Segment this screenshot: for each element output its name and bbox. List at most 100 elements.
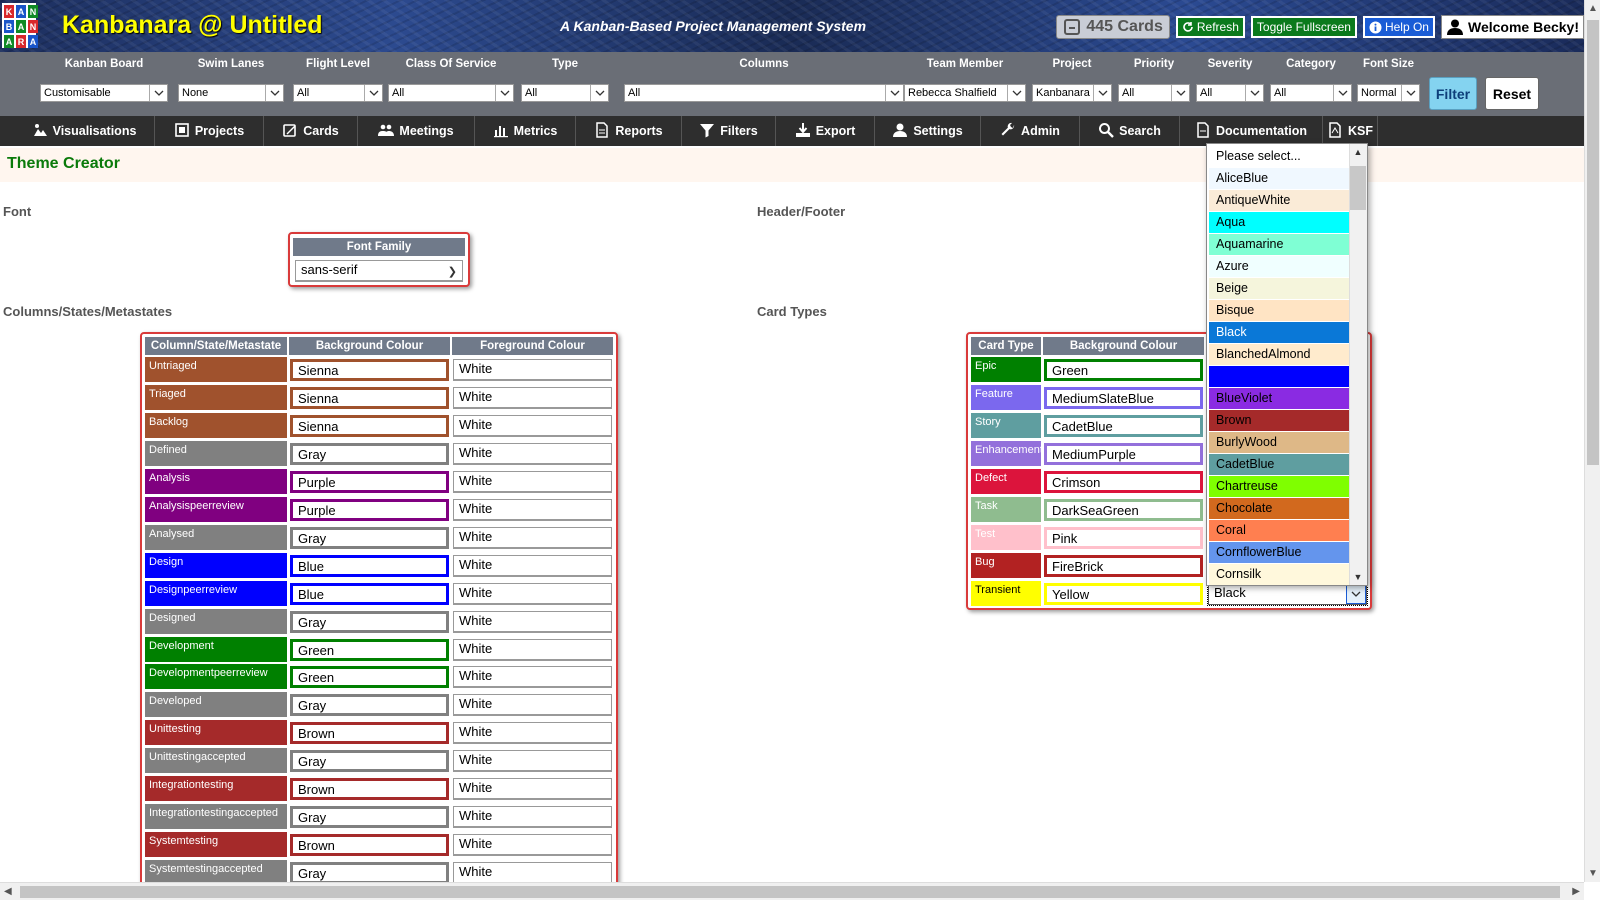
state-bg-select[interactable]: Sienna [290,359,449,381]
nav-item-projects[interactable]: Projects [155,116,264,146]
card-type-bg-select[interactable]: CadetBlue [1044,414,1203,437]
state-fg-select[interactable]: White [453,526,612,549]
state-bg-select[interactable]: Gray [290,806,449,829]
nav-item-settings[interactable]: Settings [875,116,981,146]
state-fg-select[interactable]: White [453,694,612,717]
card-type-bg-select[interactable]: Pink [1044,526,1203,549]
state-bg-select[interactable]: Sienna [290,386,449,409]
nav-item-meetings[interactable]: Meetings [358,116,475,146]
dropdown-option[interactable]: Cornsilk [1209,564,1349,585]
filter-select-2[interactable]: All [293,84,383,102]
state-bg-select[interactable]: Gray [290,610,449,633]
welcome-user-button[interactable]: Welcome Becky! [1440,15,1584,39]
state-fg-select[interactable]: White [453,554,612,577]
filter-select-4[interactable]: All [521,84,609,102]
filter-select-5[interactable]: All [624,84,904,102]
reset-button[interactable]: Reset [1485,77,1539,110]
dropdown-option[interactable]: Azure [1209,256,1349,277]
dropdown-option[interactable]: Black [1209,322,1349,343]
dropdown-scrollbar[interactable]: ▲ ▼ [1349,144,1367,585]
filter-select-7[interactable]: Kanbanara [1032,84,1112,102]
scroll-down-icon[interactable]: ▼ [1349,569,1367,585]
state-bg-select[interactable]: Brown [290,834,449,857]
card-type-bg-select[interactable]: Crimson [1044,470,1203,493]
nav-item-search[interactable]: Search [1080,116,1180,146]
card-type-bg-select[interactable]: MediumSlateBlue [1044,386,1203,409]
state-fg-select[interactable]: White [453,582,612,605]
dropdown-option[interactable]: Beige [1209,278,1349,299]
scroll-up-icon[interactable]: ▲ [1349,144,1367,160]
dropdown-option[interactable]: Bisque [1209,300,1349,321]
scroll-left-icon[interactable]: ◀ [4,886,12,897]
state-bg-select[interactable]: Gray [290,862,449,885]
state-fg-select[interactable]: White [453,359,612,381]
filter-select-1[interactable]: None [178,84,284,102]
filter-select-6[interactable]: Rebecca Shalfield [904,84,1026,102]
filter-button[interactable]: Filter [1429,77,1477,110]
dropdown-option[interactable]: Chartreuse [1209,476,1349,497]
state-fg-select[interactable]: White [453,470,612,493]
nav-item-cards[interactable]: Cards [264,116,358,146]
card-type-bg-select[interactable]: DarkSeaGreen [1044,498,1203,521]
state-bg-select[interactable]: Gray [290,526,449,549]
scroll-up-icon[interactable]: ▲ [1588,3,1598,14]
state-fg-select[interactable]: White [453,610,612,633]
dropdown-option[interactable]: Coral [1209,520,1349,541]
nav-item-ksf[interactable]: KSF [1323,116,1378,146]
state-bg-select[interactable]: Sienna [290,414,449,437]
state-bg-select[interactable]: Gray [290,694,449,717]
state-fg-select[interactable]: White [453,666,612,689]
state-bg-select[interactable]: Gray [290,442,449,465]
dropdown-option[interactable]: BlueViolet [1209,388,1349,409]
dropdown-option[interactable]: AliceBlue [1209,168,1349,189]
dropdown-option[interactable]: BurlyWood [1209,432,1349,453]
state-bg-select[interactable]: Brown [290,778,449,801]
state-bg-select[interactable]: Purple [290,498,449,521]
state-fg-select[interactable]: White [453,750,612,773]
dropdown-option[interactable]: BlanchedAlmond [1209,344,1349,365]
state-fg-select[interactable]: White [453,498,612,521]
dropdown-option[interactable]: Please select... [1209,146,1349,167]
state-fg-select[interactable]: White [453,722,612,745]
state-bg-select[interactable]: Blue [290,582,449,605]
scroll-right-icon[interactable]: ▶ [1572,886,1580,897]
state-fg-select[interactable]: White [453,414,612,437]
dropdown-option[interactable]: CadetBlue [1209,454,1349,475]
filter-select-11[interactable]: Normal [1357,84,1420,102]
vertical-scrollbar[interactable]: ▲ ▼ [1584,0,1600,882]
dropdown-option[interactable]: Aqua [1209,212,1349,233]
horizontal-scroll-thumb[interactable] [20,886,1560,898]
filter-select-10[interactable]: All [1270,84,1352,102]
state-fg-select[interactable]: White [453,806,612,829]
horizontal-scrollbar[interactable]: ◀ ▶ [0,882,1584,900]
vertical-scroll-thumb[interactable] [1587,20,1599,465]
state-bg-select[interactable]: Green [290,638,449,661]
card-count-button[interactable]: 445 Cards [1056,15,1170,39]
nav-item-reports[interactable]: Reports [576,116,682,146]
card-type-bg-select[interactable]: FireBrick [1044,554,1203,577]
nav-item-metrics[interactable]: Metrics [475,116,576,146]
dropdown-option[interactable]: Brown [1209,410,1349,431]
nav-item-admin[interactable]: Admin [981,116,1080,146]
state-fg-select[interactable]: White [453,862,612,885]
nav-item-export[interactable]: Export [776,116,875,146]
dropdown-option[interactable]: Chocolate [1209,498,1349,519]
colour-dropdown-list[interactable]: ▲ ▼ Please select... AliceBlue AntiqueWhit… [1206,143,1368,586]
state-bg-select[interactable]: Gray [290,750,449,773]
nav-item-documentation[interactable]: Documentation [1180,116,1323,146]
state-fg-select[interactable]: White [453,386,612,409]
dropdown-option[interactable]: AntiqueWhite [1209,190,1349,211]
nav-item-visualisations[interactable]: Visualisations [14,116,155,146]
card-type-bg-select[interactable]: Green [1044,359,1203,381]
filter-select-0[interactable]: Customisable [40,84,168,102]
refresh-button[interactable]: Refresh [1175,16,1245,38]
state-fg-select[interactable]: White [453,442,612,465]
dropdown-option[interactable]: Aquamarine [1209,234,1349,255]
state-fg-select[interactable]: White [453,638,612,661]
font-family-select[interactable]: sans-serif ❯ [295,260,463,282]
state-bg-select[interactable]: Brown [290,722,449,745]
state-fg-select[interactable]: White [453,778,612,801]
dropdown-option[interactable]: Blue [1209,366,1349,387]
dropdown-scroll-thumb[interactable] [1350,166,1366,210]
card-type-bg-select[interactable]: Yellow [1044,582,1203,605]
